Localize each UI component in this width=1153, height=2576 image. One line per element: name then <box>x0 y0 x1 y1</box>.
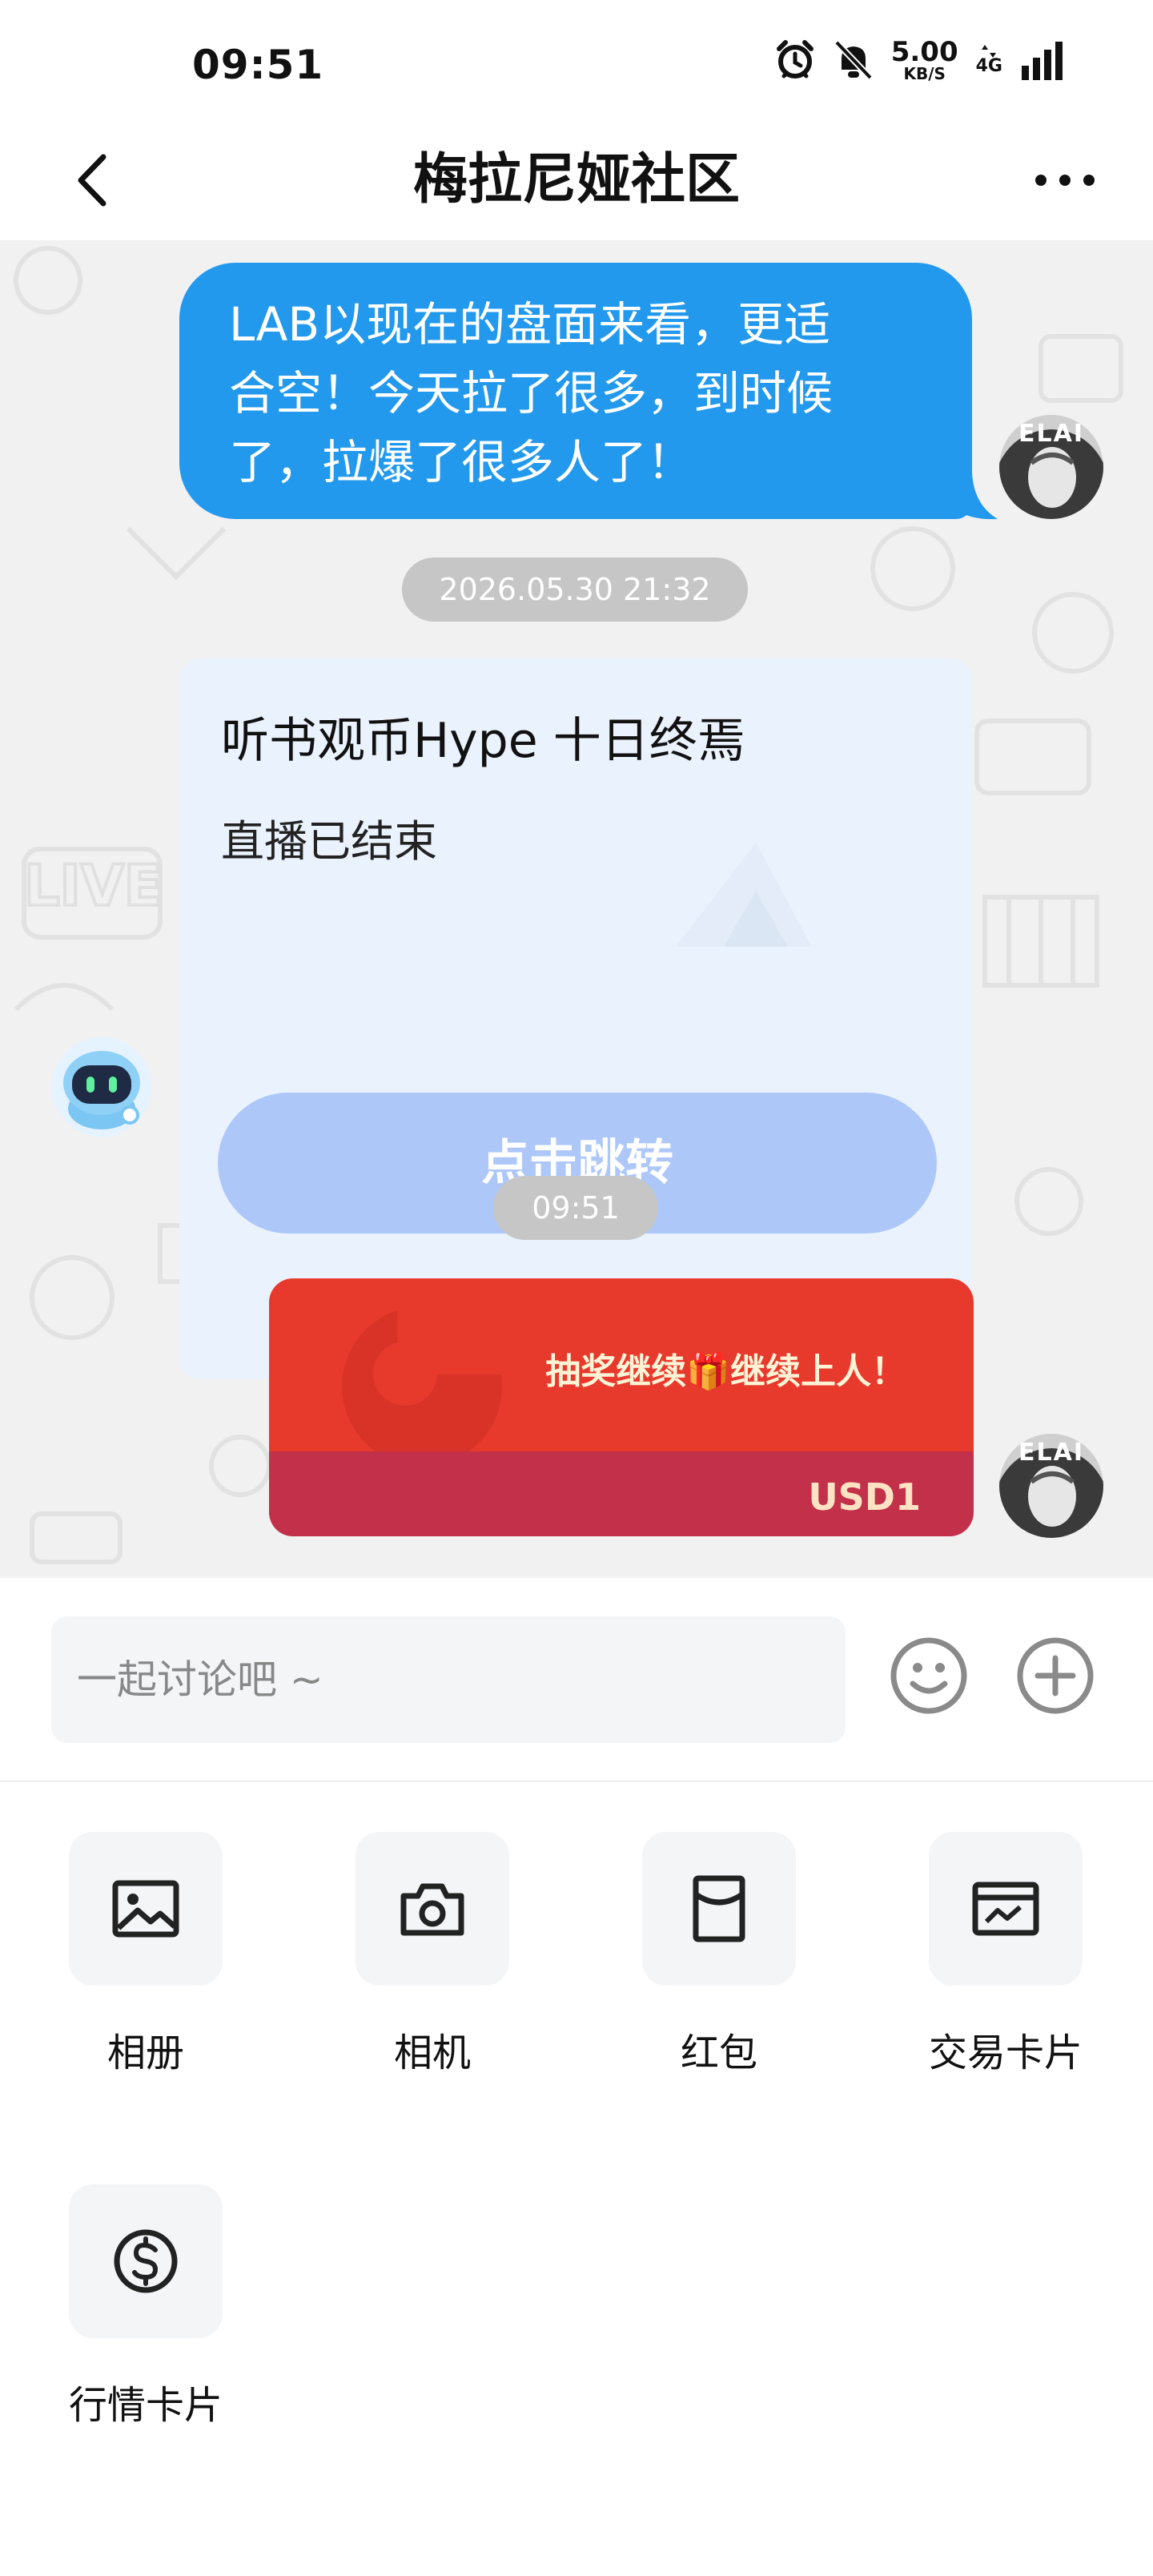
more-button[interactable] <box>1025 144 1105 216</box>
action-icon-box <box>642 1832 796 1986</box>
live-card-status: 直播已结束 <box>221 816 437 867</box>
status-time: 09:51 <box>192 42 324 88</box>
action-panel: 相册 相机 红包 交易卡片 行情卡片 <box>0 1784 1153 2576</box>
plus-circle-icon <box>1017 1637 1094 1714</box>
more-horizontal-icon <box>1035 175 1095 186</box>
bubble-tail-icon <box>950 473 998 520</box>
action-album[interactable]: 相册 <box>34 1832 258 2077</box>
signal-icon <box>1020 40 1065 80</box>
timestamp-pill: 2026.05.30 21:32 <box>402 557 748 622</box>
action-label: 红包 <box>680 2031 757 2075</box>
action-red-packet[interactable]: 红包 <box>607 1832 831 2077</box>
avatar[interactable]: ELAI <box>999 1434 1103 1538</box>
red-packet-amount: USD1 <box>808 1475 921 1519</box>
bell-muted-icon <box>834 39 874 81</box>
chat-message-list[interactable]: LIVE LAB以现在的盘面来看，更适 合空！今天拉了很多，到时候 了，拉爆了很… <box>0 240 1153 1578</box>
avatar-text: ELAI <box>1018 1439 1084 1467</box>
message-input-bar <box>0 1578 1153 1782</box>
action-icon-box <box>69 1832 223 1986</box>
robot-icon <box>52 1037 151 1137</box>
action-icon-box <box>69 2184 223 2338</box>
network-speed: 5.00 KB/S <box>891 38 958 82</box>
network-speed-value: 5.00 <box>890 36 958 68</box>
message-bubble[interactable]: LAB以现在的盘面来看，更适 合空！今天拉了很多，到时候 了，拉爆了很多人了！ <box>179 263 972 519</box>
action-icon-box <box>929 1832 1083 1986</box>
smiley-icon <box>890 1637 967 1714</box>
camera-icon <box>400 1883 464 1936</box>
action-label: 行情卡片 <box>68 2383 223 2428</box>
chat-header: 梅拉尼娅社区 <box>0 120 1153 240</box>
action-camera[interactable]: 相机 <box>320 1832 544 2077</box>
red-packet-message: 抽奖继续🎁继续上人！ <box>545 1351 906 1392</box>
action-label: 相机 <box>393 2031 471 2075</box>
avatar[interactable]: ELAI <box>999 415 1103 519</box>
more-actions-button[interactable] <box>1015 1636 1095 1716</box>
bot-avatar[interactable] <box>50 1035 154 1139</box>
image-icon <box>112 1880 179 1938</box>
live-stream-card[interactable]: 听书观币Hype 十日终焉 直播已结束 点击跳转 <box>179 658 972 1379</box>
trade-card-icon <box>972 1882 1039 1936</box>
status-icons: 5.00 KB/S 4G <box>774 38 1065 82</box>
network-type-label: 4G <box>975 56 1002 76</box>
message-input[interactable] <box>51 1616 846 1743</box>
emoji-button[interactable] <box>889 1636 969 1716</box>
action-icon-box <box>356 1832 509 1986</box>
action-label: 交易卡片 <box>928 2031 1083 2075</box>
action-label: 相册 <box>106 2031 184 2075</box>
message-line: LAB以现在的盘面来看，更适 <box>229 297 831 352</box>
network-speed-unit: KB/S <box>903 64 946 83</box>
status-bar: 09:51 5.00 KB/S 4G <box>0 0 1153 120</box>
message-line: 合空！今天拉了很多，到时候 <box>229 366 834 421</box>
alarm-icon <box>774 39 816 81</box>
timestamp-pill: 09:51 <box>493 1176 658 1240</box>
action-trade-card[interactable]: 交易卡片 <box>894 1832 1118 2077</box>
action-market-card[interactable]: 行情卡片 <box>34 2184 258 2429</box>
svg-text:LIVE: LIVE <box>24 853 163 919</box>
dollar-circle-icon <box>114 2229 178 2293</box>
red-packet-bottom: USD1 <box>269 1451 974 1536</box>
red-envelope-icon <box>693 1875 745 1942</box>
message-line: 了，拉爆了很多人了！ <box>229 435 694 489</box>
page-title: 梅拉尼娅社区 <box>412 148 740 211</box>
avatar-text: ELAI <box>1018 420 1084 448</box>
live-card-title: 听书观币Hype 十日终焉 <box>221 713 745 769</box>
red-packet-top: 抽奖继续🎁继续上人！ <box>269 1278 974 1451</box>
red-packet-logo-icon <box>342 1310 503 1451</box>
red-packet-card[interactable]: 抽奖继续🎁继续上人！ USD1 <box>269 1278 974 1536</box>
network-type: 4G <box>976 45 1002 75</box>
